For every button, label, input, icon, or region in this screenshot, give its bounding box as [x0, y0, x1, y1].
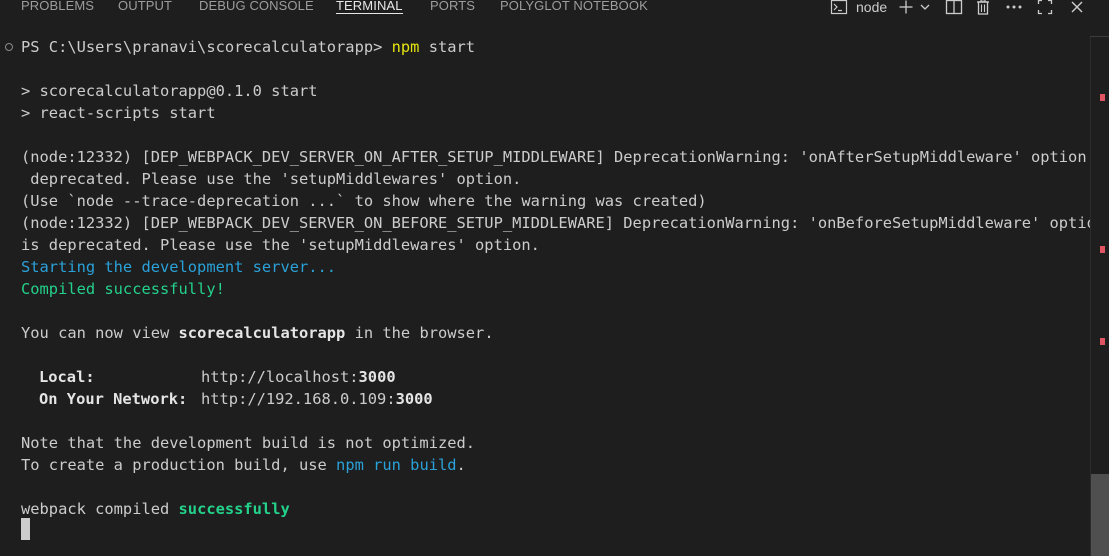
- local-url-link[interactable]: http://localhost:3000: [201, 368, 396, 386]
- command-decoration-icon[interactable]: [5, 43, 13, 51]
- command-bin: npm: [391, 38, 420, 56]
- tab-output[interactable]: OUTPUT: [118, 0, 172, 18]
- tab-debug-console[interactable]: DEBUG CONSOLE: [199, 0, 314, 18]
- local-address-line: Local: http://localhost:3000: [39, 366, 396, 388]
- tab-polyglot-notebook[interactable]: POLYGLOT NOTEBOOK: [500, 0, 648, 18]
- plus-icon: [898, 0, 914, 15]
- prod-prefix: To create a production build, use: [21, 456, 337, 474]
- network-address-line: On Your Network: http://192.168.0.109:300…: [39, 388, 433, 410]
- terminal-selector[interactable]: node: [830, 0, 890, 18]
- scrollbar-thumb[interactable]: [1091, 474, 1109, 556]
- deprecation-warning-line: (node:12332) [DEP_WEBPACK_DEV_SERVER_ON_…: [21, 214, 1106, 232]
- split-terminal-icon: [945, 0, 963, 15]
- starting-server-line: Starting the development server...: [21, 258, 337, 276]
- webpack-status-line: webpack compiled successfully: [21, 498, 290, 520]
- deprecation-warning-line: (node:12332) [DEP_WEBPACK_DEV_SERVER_ON_…: [21, 148, 1109, 166]
- app-name: scorecalculatorapp: [178, 324, 346, 342]
- chevron-down-icon: [919, 1, 931, 13]
- trash-icon: [975, 0, 991, 15]
- view-suffix: in the browser.: [345, 324, 494, 342]
- prod-command: npm run build: [336, 456, 457, 474]
- split-terminal-button[interactable]: [944, 0, 964, 18]
- prod-suffix: .: [456, 456, 466, 474]
- local-url-base: http://localhost:: [201, 368, 359, 386]
- script-line: > scorecalculatorapp@0.1.0 start: [21, 82, 318, 100]
- scrollbar-top-border: [1090, 36, 1109, 37]
- view-app-line: You can now view scorecalculatorapp in t…: [21, 322, 494, 344]
- webpack-status: successfully: [178, 500, 290, 518]
- network-port: 3000: [395, 390, 433, 408]
- script-line: > react-scripts start: [21, 104, 216, 122]
- tab-terminal[interactable]: TERMINAL: [336, 0, 403, 18]
- local-label: Local:: [39, 368, 95, 386]
- trace-hint-line: (Use `node --trace-deprecation ...` to s…: [21, 192, 707, 210]
- panel-header: PROBLEMS OUTPUT DEBUG CONSOLE TERMINAL P…: [0, 0, 1109, 22]
- terminal-name: node: [856, 0, 888, 15]
- deprecation-warning-line: is deprecated. Please use the 'setupMidd…: [21, 236, 540, 254]
- prompt-line: PS C:\Users\pranavi\scorecalculatorapp> …: [21, 36, 475, 58]
- terminal-cursor: [21, 518, 30, 540]
- tab-ports[interactable]: PORTS: [430, 0, 475, 18]
- local-port: 3000: [358, 368, 396, 386]
- deprecation-warning-line: deprecated. Please use the 'setupMiddlew…: [21, 170, 522, 188]
- network-label: On Your Network:: [39, 390, 188, 408]
- compiled-line: Compiled successfully!: [21, 280, 225, 298]
- overview-ruler-mark: [1100, 338, 1105, 345]
- network-url-base: http://192.168.0.109:: [201, 390, 396, 408]
- production-build-line: To create a production build, use npm ru…: [21, 454, 466, 476]
- launch-profile-button[interactable]: [917, 0, 933, 18]
- new-terminal-button[interactable]: [897, 0, 915, 18]
- close-panel-button[interactable]: [1067, 0, 1087, 18]
- overview-ruler-mark: [1100, 94, 1105, 101]
- close-icon: [1070, 0, 1084, 14]
- overview-ruler-mark: [1100, 246, 1105, 253]
- note-line: Note that the development build is not o…: [21, 434, 476, 452]
- terminal-icon: [830, 0, 848, 15]
- prompt-path: PS C:\Users\pranavi\scorecalculatorapp>: [21, 38, 392, 56]
- more-actions-icon: [1005, 4, 1023, 10]
- maximize-icon: [1037, 0, 1053, 15]
- view-prefix: You can now view: [21, 324, 179, 342]
- tab-problems[interactable]: PROBLEMS: [21, 0, 94, 18]
- network-url-link[interactable]: http://192.168.0.109:3000: [201, 390, 433, 408]
- command-args: start: [419, 38, 476, 56]
- maximize-panel-button[interactable]: [1035, 0, 1055, 18]
- kill-terminal-button[interactable]: [973, 0, 993, 18]
- more-actions-button[interactable]: [1003, 0, 1025, 18]
- webpack-prefix: webpack compiled: [21, 500, 179, 518]
